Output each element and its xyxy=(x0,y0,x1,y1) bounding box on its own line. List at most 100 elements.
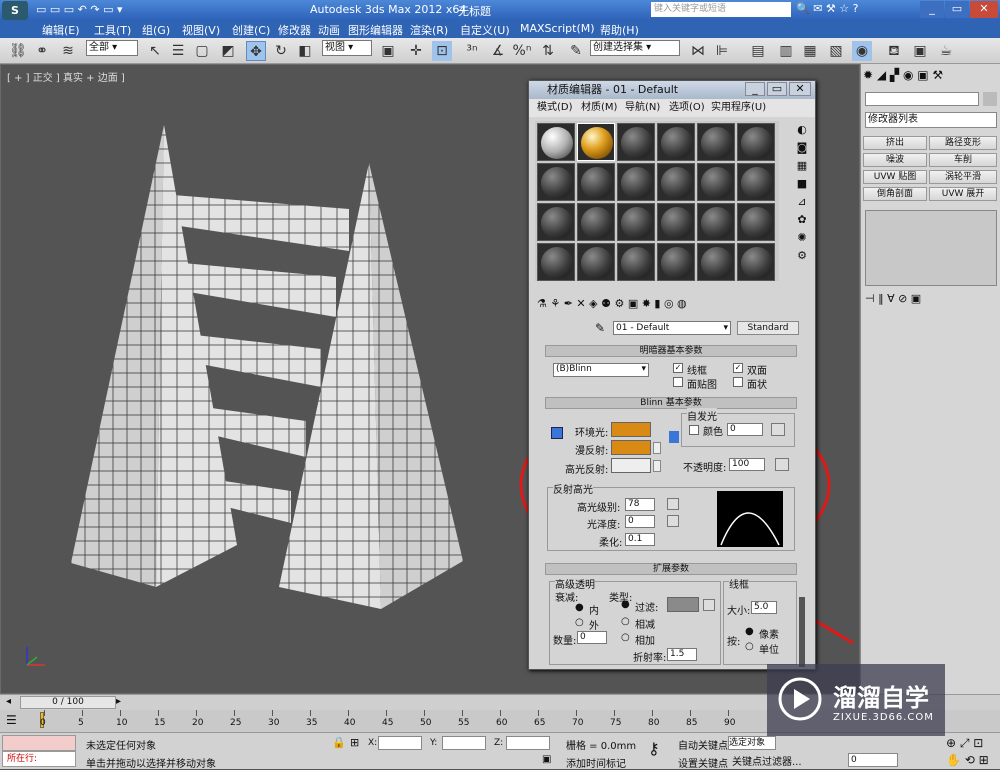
rendered-frame-icon[interactable]: ▣ xyxy=(910,41,930,61)
ribbon-icon[interactable]: ▥ xyxy=(776,41,796,61)
modifier-stack[interactable] xyxy=(865,210,997,286)
slot-side-tools[interactable]: ◐ ◙ ▦ ■ ⊿ ✿ ✺ ⚙ xyxy=(793,121,811,281)
sample-slot[interactable] xyxy=(697,203,735,241)
modifier-turbosmooth-button[interactable]: 涡轮平滑 xyxy=(929,170,997,184)
select-object-icon[interactable]: ↖ xyxy=(145,41,165,61)
rect-selection-icon[interactable]: ▢ xyxy=(192,41,212,61)
mat-minimize-button[interactable]: _ xyxy=(745,82,765,96)
spec-level-input[interactable]: 78 xyxy=(625,498,655,511)
minimize-button[interactable]: _ xyxy=(920,1,944,18)
sample-slot[interactable] xyxy=(697,243,735,281)
quick-access-icons[interactable]: ▭ ▭ ▭ ↶ ↷ ▭ ▾ xyxy=(36,3,123,16)
menu-rendering[interactable]: 渲染(R) xyxy=(410,22,448,38)
modifier-bevelprofile-button[interactable]: 倒角剖面 xyxy=(863,187,927,201)
wire-checkbox[interactable]: ✓ xyxy=(673,363,683,373)
modifier-lathe-button[interactable]: 车削 xyxy=(929,153,997,167)
sample-slot[interactable] xyxy=(657,123,695,161)
viewport-nav-icons-2[interactable]: ✋ ⟲ ⊞ xyxy=(946,753,989,767)
close-button[interactable]: ✕ xyxy=(970,1,998,18)
menu-tools[interactable]: 工具(T) xyxy=(94,22,131,38)
sample-slot[interactable] xyxy=(577,243,615,281)
spinner-snap-icon[interactable]: ⇅ xyxy=(538,41,558,61)
opacity-map-button[interactable] xyxy=(775,458,789,471)
current-frame-input[interactable]: 0 xyxy=(848,753,898,767)
menu-view[interactable]: 视图(V) xyxy=(182,22,220,38)
z-coordinate-input[interactable] xyxy=(506,736,550,750)
x-coordinate-input[interactable] xyxy=(378,736,422,750)
set-key-button[interactable]: 设置关键点 xyxy=(678,755,728,770)
mat-menu-navigation[interactable]: 导航(N) xyxy=(625,99,660,117)
ambient-swatch[interactable] xyxy=(611,422,651,437)
app-logo-icon[interactable]: S xyxy=(2,1,28,20)
render-setup-icon[interactable]: ⛾ xyxy=(884,41,904,61)
filter-radio[interactable]: ● xyxy=(621,599,630,610)
time-slider-thumb[interactable]: 0 / 100 xyxy=(20,696,116,709)
selection-filter-select[interactable]: 全部 ▾ xyxy=(86,40,138,56)
sample-slot[interactable] xyxy=(697,163,735,201)
select-by-name-icon[interactable]: ☰ xyxy=(168,41,188,61)
sample-slot[interactable] xyxy=(657,243,695,281)
viewport-nav-icons[interactable]: ⊕ ⤢ ⊡ xyxy=(946,736,983,751)
slot-bottom-tools[interactable]: ⚗ ⚘ ✒ ✕ ◈ ⚉ ⚙ ▣ ✸ ▮ ◎ ◍ xyxy=(537,297,805,313)
subtractive-radio[interactable]: ○ xyxy=(621,616,630,627)
maxscript-listener[interactable] xyxy=(2,735,76,751)
key-selection-select[interactable]: 选定对象 xyxy=(728,736,776,750)
key-filters-button[interactable]: 关键点过滤器... xyxy=(732,753,802,768)
help-icons[interactable]: 🔍 ✉ ⚒ ☆ ? xyxy=(796,2,858,15)
modifier-list-select[interactable]: 修改器列表 xyxy=(865,112,997,128)
sample-slot[interactable] xyxy=(737,123,775,161)
schematic-view-icon[interactable]: ▧ xyxy=(826,41,846,61)
wire-size-input[interactable]: 5.0 xyxy=(751,601,777,614)
faceted-checkbox[interactable] xyxy=(733,377,743,387)
scale-icon[interactable]: ◧ xyxy=(295,41,315,61)
material-name-field[interactable]: 01 - Default ▾ xyxy=(613,321,731,335)
spec-level-map-button[interactable] xyxy=(667,498,679,510)
mini-curve-editor-icon[interactable]: ☰ xyxy=(6,713,17,727)
shader-select[interactable]: (B)Blinn ▾ xyxy=(553,363,649,377)
layer-manager-icon[interactable]: ▤ xyxy=(748,41,768,61)
modifier-noise-button[interactable]: 噪波 xyxy=(863,153,927,167)
amount-input[interactable]: 0 xyxy=(577,631,607,644)
align-icon[interactable]: ⊫ xyxy=(712,41,732,61)
sample-slot[interactable] xyxy=(577,203,615,241)
angle-snap-icon[interactable]: ∡ xyxy=(488,41,508,61)
sample-slot[interactable] xyxy=(617,203,655,241)
sample-slot[interactable] xyxy=(537,243,575,281)
self-illum-map-button[interactable] xyxy=(771,423,785,436)
object-color-swatch[interactable] xyxy=(983,92,997,106)
modifier-pathdeform-button[interactable]: 路径变形 xyxy=(929,136,997,150)
add-time-tag-icon[interactable]: ▣ xyxy=(542,754,551,765)
pixels-radio[interactable]: ● xyxy=(745,626,754,637)
absolute-mode-icon[interactable]: ⊞ xyxy=(350,736,359,749)
gloss-map-button[interactable] xyxy=(667,515,679,527)
sample-slots[interactable] xyxy=(535,121,779,281)
unlink-icon[interactable]: ⚭ xyxy=(32,41,52,61)
rotate-icon[interactable]: ↻ xyxy=(271,41,291,61)
modifier-uvwmap-button[interactable]: UVW 贴图 xyxy=(863,170,927,184)
sample-slot[interactable] xyxy=(737,163,775,201)
search-input[interactable]: 键入关键字或短语 xyxy=(651,2,791,17)
self-illum-color-checkbox[interactable] xyxy=(689,425,699,435)
mat-menu-utilities[interactable]: 实用程序(U) xyxy=(711,99,766,117)
render-icon[interactable]: ☕ xyxy=(936,41,956,61)
maximize-button[interactable]: ▭ xyxy=(945,1,969,18)
gloss-input[interactable]: 0 xyxy=(625,515,655,528)
bind-space-warp-icon[interactable]: ≋ xyxy=(58,41,78,61)
select-manipulate-icon[interactable]: ✛ xyxy=(406,41,426,61)
opacity-input[interactable]: 100 xyxy=(729,458,765,471)
menu-customize[interactable]: 自定义(U) xyxy=(460,22,510,38)
modifier-extrude-button[interactable]: 挤出 xyxy=(863,136,927,150)
specular-swatch[interactable] xyxy=(611,458,651,473)
sample-slot[interactable] xyxy=(537,203,575,241)
sample-slot[interactable] xyxy=(577,123,615,161)
mat-menu-options[interactable]: 选项(O) xyxy=(669,99,705,117)
menu-create[interactable]: 创建(C) xyxy=(232,22,270,38)
link-icon[interactable]: ⛓ xyxy=(8,41,28,61)
shader-rollout-header[interactable]: 明暗器基本参数 xyxy=(545,345,797,357)
ior-input[interactable]: 1.5 xyxy=(667,648,697,661)
falloff-in-radio[interactable]: ● xyxy=(575,602,584,613)
mat-scrollbar[interactable] xyxy=(799,597,805,667)
sample-slot[interactable] xyxy=(657,163,695,201)
pivot-icon[interactable]: ▣ xyxy=(378,41,398,61)
object-name-field[interactable] xyxy=(865,92,979,106)
